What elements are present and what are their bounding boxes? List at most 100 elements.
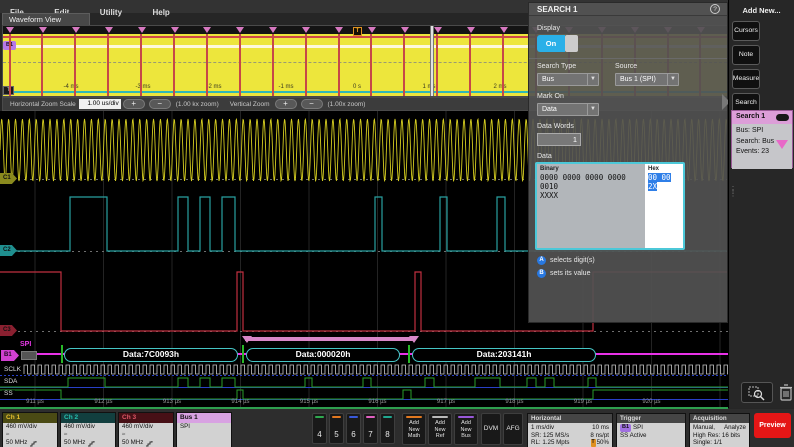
mark-on-label: Mark On	[537, 93, 564, 100]
sidebar-button-measure[interactable]: Measure	[732, 69, 760, 89]
search-mark-icon	[776, 140, 788, 149]
channel-button-6[interactable]: 6	[346, 413, 361, 444]
search-mark-icon	[434, 27, 442, 33]
hex-value-line2[interactable]: 2X	[648, 182, 657, 191]
data-entry-box[interactable]: Binary 0000 0000 0000 0000 0010 XXXX Hex…	[535, 162, 685, 250]
horizontal-panel[interactable]: Horizontal 1 ms/div10 ms SR: 125 MS/s8 n…	[527, 413, 613, 447]
search1-card-header[interactable]: Search 1	[732, 111, 792, 124]
search1-badge-card[interactable]: Search 1 Bus: SPI Search: Bus Events: 23	[731, 110, 793, 168]
trigger-panel[interactable]: Trigger B1SPI SS Active	[616, 413, 686, 447]
acquisition-panel[interactable]: Acquisition Manual,Analyze High Res: 16 …	[689, 413, 750, 447]
search-mark-icon	[105, 27, 113, 33]
channel-color-strip	[332, 416, 341, 418]
channel-button-4[interactable]: 4	[312, 413, 327, 444]
chevron-down-icon: ▼	[667, 74, 678, 85]
trigger-panel-title: Trigger	[617, 414, 685, 423]
coupling-icon: ≈	[122, 431, 173, 439]
waveform-view-tab[interactable]: Waveform View	[2, 13, 90, 25]
ch3-badge[interactable]: Ch 3 460 mV/div ≈ 50 MHz	[118, 412, 174, 447]
zoom-window-handle[interactable]	[430, 26, 434, 96]
bus1-type: SPI	[180, 423, 231, 431]
sda-label: SDA	[2, 378, 19, 385]
acq-single: Single: 1/1	[693, 439, 746, 447]
search-panel-header[interactable]: SEARCH 1 ?	[529, 3, 727, 16]
bus-handle-box[interactable]	[21, 351, 37, 360]
ch2-badge[interactable]: Ch 2 460 mV/div ≈ 50 MHz	[60, 412, 116, 447]
preview-button[interactable]: Preview	[754, 413, 791, 438]
channel-button-number: 8	[381, 430, 394, 439]
horizontal-zoom-scale-input[interactable]: 1.00 us/div	[79, 99, 121, 109]
v-zoom-readout: (1.00x zoom)	[328, 101, 366, 108]
ch2-scale: 460 mV/div	[64, 423, 115, 431]
v-zoom-minus-button[interactable]: −	[301, 99, 323, 109]
decode-packet: Data:000020h	[246, 348, 400, 362]
dvm-button[interactable]: DVM	[481, 413, 501, 445]
channel-button-number: 6	[347, 430, 360, 439]
search-mark-icon	[368, 27, 376, 33]
search1-card-pill[interactable]	[776, 114, 789, 121]
menu-utility[interactable]: Utility	[100, 8, 122, 17]
search-result-bar-end-icon	[409, 336, 419, 343]
overview-event-line	[436, 34, 438, 96]
add-new-ref-button[interactable]: AddNewRef	[428, 413, 452, 445]
sidebar-button-cursors[interactable]: Cursors	[732, 21, 760, 41]
source-value: Bus 1 (SPI)	[620, 76, 656, 83]
time-tick-label: 912 µs	[87, 399, 121, 405]
sidebar-drag-handle[interactable]: ⋮⋮	[729, 188, 737, 196]
search-config-panel: SEARCH 1 ? Display On Search Type Bus ▼ …	[528, 2, 728, 323]
display-toggle[interactable]: On	[537, 35, 579, 52]
overview-event-line	[74, 34, 76, 96]
sclk-label: SCLK	[2, 366, 23, 373]
trigger-detail: SS Active	[620, 432, 682, 440]
channel-button-7[interactable]: 7	[363, 413, 378, 444]
hex-column[interactable]: Hex 00 00 2X	[645, 164, 683, 248]
ch1-badge-name: Ch 1	[3, 413, 57, 423]
delete-button[interactable]	[779, 383, 793, 402]
binary-column[interactable]: Binary 0000 0000 0000 0000 0010 XXXX	[537, 164, 645, 248]
data-words-input[interactable]: 1	[537, 133, 581, 146]
chevron-down-icon: ▼	[587, 74, 598, 85]
sidebar-button-note[interactable]: Note	[732, 45, 760, 65]
toggle-knob[interactable]	[565, 35, 578, 52]
bus1-badge[interactable]: Bus 1 SPI	[176, 412, 232, 447]
overview-tick-label: 0 s	[342, 84, 372, 90]
acq-mode: Manual,	[693, 424, 715, 432]
search1-card-body[interactable]: Bus: SPI Search: Bus Events: 23	[732, 124, 792, 169]
h-zoom-minus-button[interactable]: −	[149, 99, 171, 109]
channel-color-strip	[383, 416, 392, 418]
afg-button[interactable]: AFG	[503, 413, 523, 445]
ch3-bandwidth: 50 MHz	[122, 439, 143, 447]
ch1-badge[interactable]: Ch 1 460 mV/div ≈ 50 MHz	[2, 412, 58, 447]
hex-column-label: Hex	[648, 166, 680, 172]
overview-tick-label: 2 ms	[485, 84, 515, 90]
knob-a-icon: A	[537, 256, 546, 265]
coupling-icon: ≈	[6, 431, 57, 439]
time-tick-label: 915 µs	[292, 399, 326, 405]
ch2-bandwidth: 50 MHz	[64, 439, 85, 447]
frame-start-tick	[61, 345, 63, 363]
add-new-label: AddNewBus	[455, 420, 477, 440]
menu-help[interactable]: Help	[152, 8, 169, 17]
channel-button-5[interactable]: 5	[329, 413, 344, 444]
add-new-color-strip	[458, 416, 474, 418]
binary-value-line2[interactable]: XXXX	[540, 191, 642, 200]
h-zoom-plus-button[interactable]: +	[123, 99, 145, 109]
trigger-type: SPI	[633, 424, 643, 432]
data-label: Data	[537, 153, 552, 160]
v-zoom-plus-button[interactable]: +	[275, 99, 297, 109]
add-new-bus-button[interactable]: AddNewBus	[454, 413, 478, 445]
source-dropdown[interactable]: Bus 1 (SPI) ▼	[615, 73, 679, 86]
channel-button-8[interactable]: 8	[380, 413, 395, 444]
search-type-dropdown[interactable]: Bus ▼	[537, 73, 599, 86]
settings-bar: Ch 1 460 mV/div ≈ 50 MHz Ch 2 460 mV/div…	[0, 409, 794, 447]
overview-event-line	[41, 34, 43, 96]
zoom-tool-button[interactable]	[741, 382, 773, 403]
knob-b-hint: sets its value	[550, 270, 590, 277]
binary-value-line1[interactable]: 0000 0000 0000 0000 0010	[540, 173, 642, 191]
knob-a-hint: selects digit(s)	[550, 257, 595, 264]
hex-value-line1[interactable]: 00 00	[648, 173, 671, 182]
search1-card-title: Search 1	[736, 113, 765, 120]
add-new-math-button[interactable]: AddNewMath	[402, 413, 426, 445]
help-icon[interactable]: ?	[710, 4, 720, 14]
mark-on-dropdown[interactable]: Data ▼	[537, 103, 599, 116]
